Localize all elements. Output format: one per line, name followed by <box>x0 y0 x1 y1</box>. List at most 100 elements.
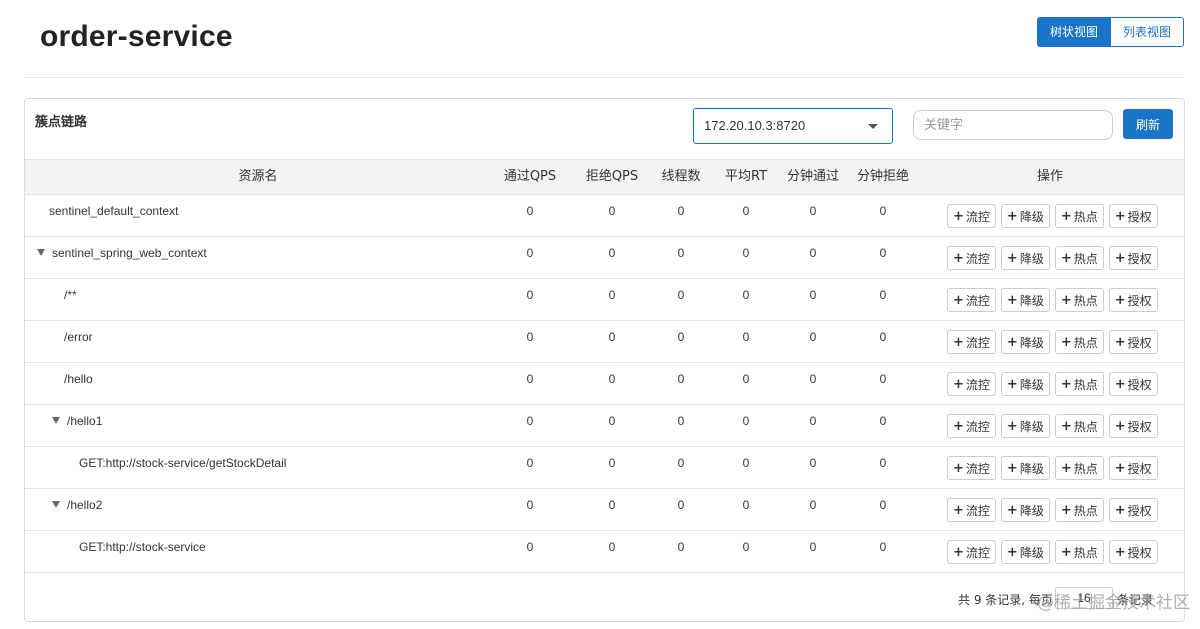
flow-rule-button[interactable]: + 流控 <box>947 204 996 228</box>
metric-value: 0 <box>879 246 887 260</box>
metric-value: 0 <box>879 204 887 218</box>
hot-param-rule-button[interactable]: + 热点 <box>1054 372 1104 396</box>
metric-value: 0 <box>526 498 534 512</box>
action-label: 授权 <box>1127 377 1152 392</box>
column-header-minute-block: 分钟拒绝 <box>856 169 909 184</box>
metric-value: 0 <box>879 540 887 554</box>
plus-icon: + <box>1114 250 1126 266</box>
flow-rule-button[interactable]: + 流控 <box>947 456 996 480</box>
metric-value: 0 <box>526 246 534 260</box>
plus-icon: + <box>1060 418 1072 434</box>
metric-value: 0 <box>809 372 817 386</box>
degrade-rule-button[interactable]: + 降级 <box>1000 330 1050 354</box>
auth-rule-button[interactable]: + 授权 <box>1108 456 1158 480</box>
metric-value: 0 <box>608 288 616 302</box>
action-label: 降级 <box>1019 209 1044 224</box>
hot-param-rule-button[interactable]: + 热点 <box>1054 204 1104 228</box>
table-row: /error 0 0 0 0 0 0 + 流控 + 降级 + 热点 + 授权 <box>25 321 1184 363</box>
table-row: /hello1 0 0 0 0 0 0 + 流控 + 降级 + 热点 + 授权 <box>25 405 1184 447</box>
keyword-input[interactable] <box>913 110 1113 140</box>
table-row: GET:http://stock-service 0 0 0 0 0 0 + 流控 + 降级 + 热点 +… <box>25 531 1184 573</box>
auth-rule-button[interactable]: + 授权 <box>1108 414 1158 438</box>
plus-icon: + <box>1060 544 1072 560</box>
auth-rule-button[interactable]: + 授权 <box>1108 246 1158 270</box>
plus-icon: + <box>1006 376 1018 392</box>
action-label: 授权 <box>1127 545 1152 560</box>
resource-name-text: sentinel_default_context <box>49 204 179 218</box>
plus-icon: + <box>1060 208 1072 224</box>
metric-value: 0 <box>677 498 685 512</box>
plus-icon: + <box>953 208 964 224</box>
refresh-button[interactable]: 刷新 <box>1123 109 1173 139</box>
metric-value: 0 <box>526 414 534 428</box>
column-header-resource: 资源名 <box>238 169 278 184</box>
hot-param-rule-button[interactable]: + 热点 <box>1054 540 1104 564</box>
machine-select[interactable]: 172.20.10.3:8720 <box>693 108 893 144</box>
hot-param-rule-button[interactable]: + 热点 <box>1054 414 1104 438</box>
degrade-rule-button[interactable]: + 降级 <box>1000 498 1050 522</box>
degrade-rule-button[interactable]: + 降级 <box>1000 414 1050 438</box>
plus-icon: + <box>1006 544 1018 560</box>
plus-icon: + <box>1006 292 1018 308</box>
action-label: 授权 <box>1127 251 1152 266</box>
hot-param-rule-button[interactable]: + 热点 <box>1054 246 1104 270</box>
plus-icon: + <box>1114 418 1126 434</box>
list-view-button[interactable]: 列表视图 <box>1110 17 1184 47</box>
flow-rule-button[interactable]: + 流控 <box>947 330 996 354</box>
plus-icon: + <box>953 292 964 308</box>
metric-value: 0 <box>742 540 750 554</box>
expand-triangle-icon[interactable] <box>37 249 45 257</box>
auth-rule-button[interactable]: + 授权 <box>1108 540 1158 564</box>
metric-value: 0 <box>677 540 685 554</box>
plus-icon: + <box>953 334 964 350</box>
degrade-rule-button[interactable]: + 降级 <box>1000 204 1050 228</box>
resource-name: GET:http://stock-service/getStockDetail <box>79 447 286 479</box>
machine-select-value: 172.20.10.3:8720 <box>704 118 806 133</box>
metric-value: 0 <box>879 288 887 302</box>
expand-triangle-icon[interactable] <box>52 417 60 425</box>
resource-name: GET:http://stock-service <box>79 531 206 563</box>
action-label: 流控 <box>965 377 990 392</box>
metric-value: 0 <box>677 246 685 260</box>
metric-value: 0 <box>809 204 817 218</box>
degrade-rule-button[interactable]: + 降级 <box>1000 288 1050 312</box>
auth-rule-button[interactable]: + 授权 <box>1108 330 1158 354</box>
hot-param-rule-button[interactable]: + 热点 <box>1054 330 1104 354</box>
flow-rule-button[interactable]: + 流控 <box>947 540 996 564</box>
action-label: 降级 <box>1019 293 1044 308</box>
metric-value: 0 <box>879 330 887 344</box>
auth-rule-button[interactable]: + 授权 <box>1108 204 1158 228</box>
plus-icon: + <box>1114 502 1126 518</box>
pagination: 共 9 条记录, 每页 16 条记录 <box>25 585 1184 613</box>
flow-rule-button[interactable]: + 流控 <box>947 372 996 396</box>
degrade-rule-button[interactable]: + 降级 <box>1000 372 1050 396</box>
auth-rule-button[interactable]: + 授权 <box>1108 288 1158 312</box>
flow-rule-button[interactable]: + 流控 <box>947 498 996 522</box>
plus-icon: + <box>953 250 964 266</box>
metric-value: 0 <box>879 372 887 386</box>
action-label: 流控 <box>965 419 990 434</box>
column-header-minute-pass: 分钟通过 <box>786 169 839 184</box>
auth-rule-button[interactable]: + 授权 <box>1108 498 1158 522</box>
degrade-rule-button[interactable]: + 降级 <box>1000 540 1050 564</box>
flow-rule-button[interactable]: + 流控 <box>947 414 996 438</box>
degrade-rule-button[interactable]: + 降级 <box>1000 456 1050 480</box>
panel-title: 簇点链路 <box>35 115 88 130</box>
auth-rule-button[interactable]: + 授权 <box>1108 372 1158 396</box>
expand-triangle-icon[interactable] <box>52 501 60 509</box>
resource-name-text: /hello2 <box>67 498 103 512</box>
metric-value: 0 <box>526 330 534 344</box>
hot-param-rule-button[interactable]: + 热点 <box>1054 456 1104 480</box>
tree-view-button[interactable]: 树状视图 <box>1036 17 1111 47</box>
plus-icon: + <box>1060 502 1072 518</box>
flow-rule-button[interactable]: + 流控 <box>947 288 996 312</box>
hot-param-rule-button[interactable]: + 热点 <box>1054 498 1104 522</box>
metric-value: 0 <box>677 330 685 344</box>
resource-name-text: sentinel_spring_web_context <box>52 246 207 260</box>
flow-rule-button[interactable]: + 流控 <box>947 246 996 270</box>
view-toggle: 树状视图 列表视图 <box>1036 17 1184 47</box>
metric-value: 0 <box>608 246 616 260</box>
degrade-rule-button[interactable]: + 降级 <box>1000 246 1050 270</box>
hot-param-rule-button[interactable]: + 热点 <box>1054 288 1104 312</box>
metric-value: 0 <box>677 414 685 428</box>
